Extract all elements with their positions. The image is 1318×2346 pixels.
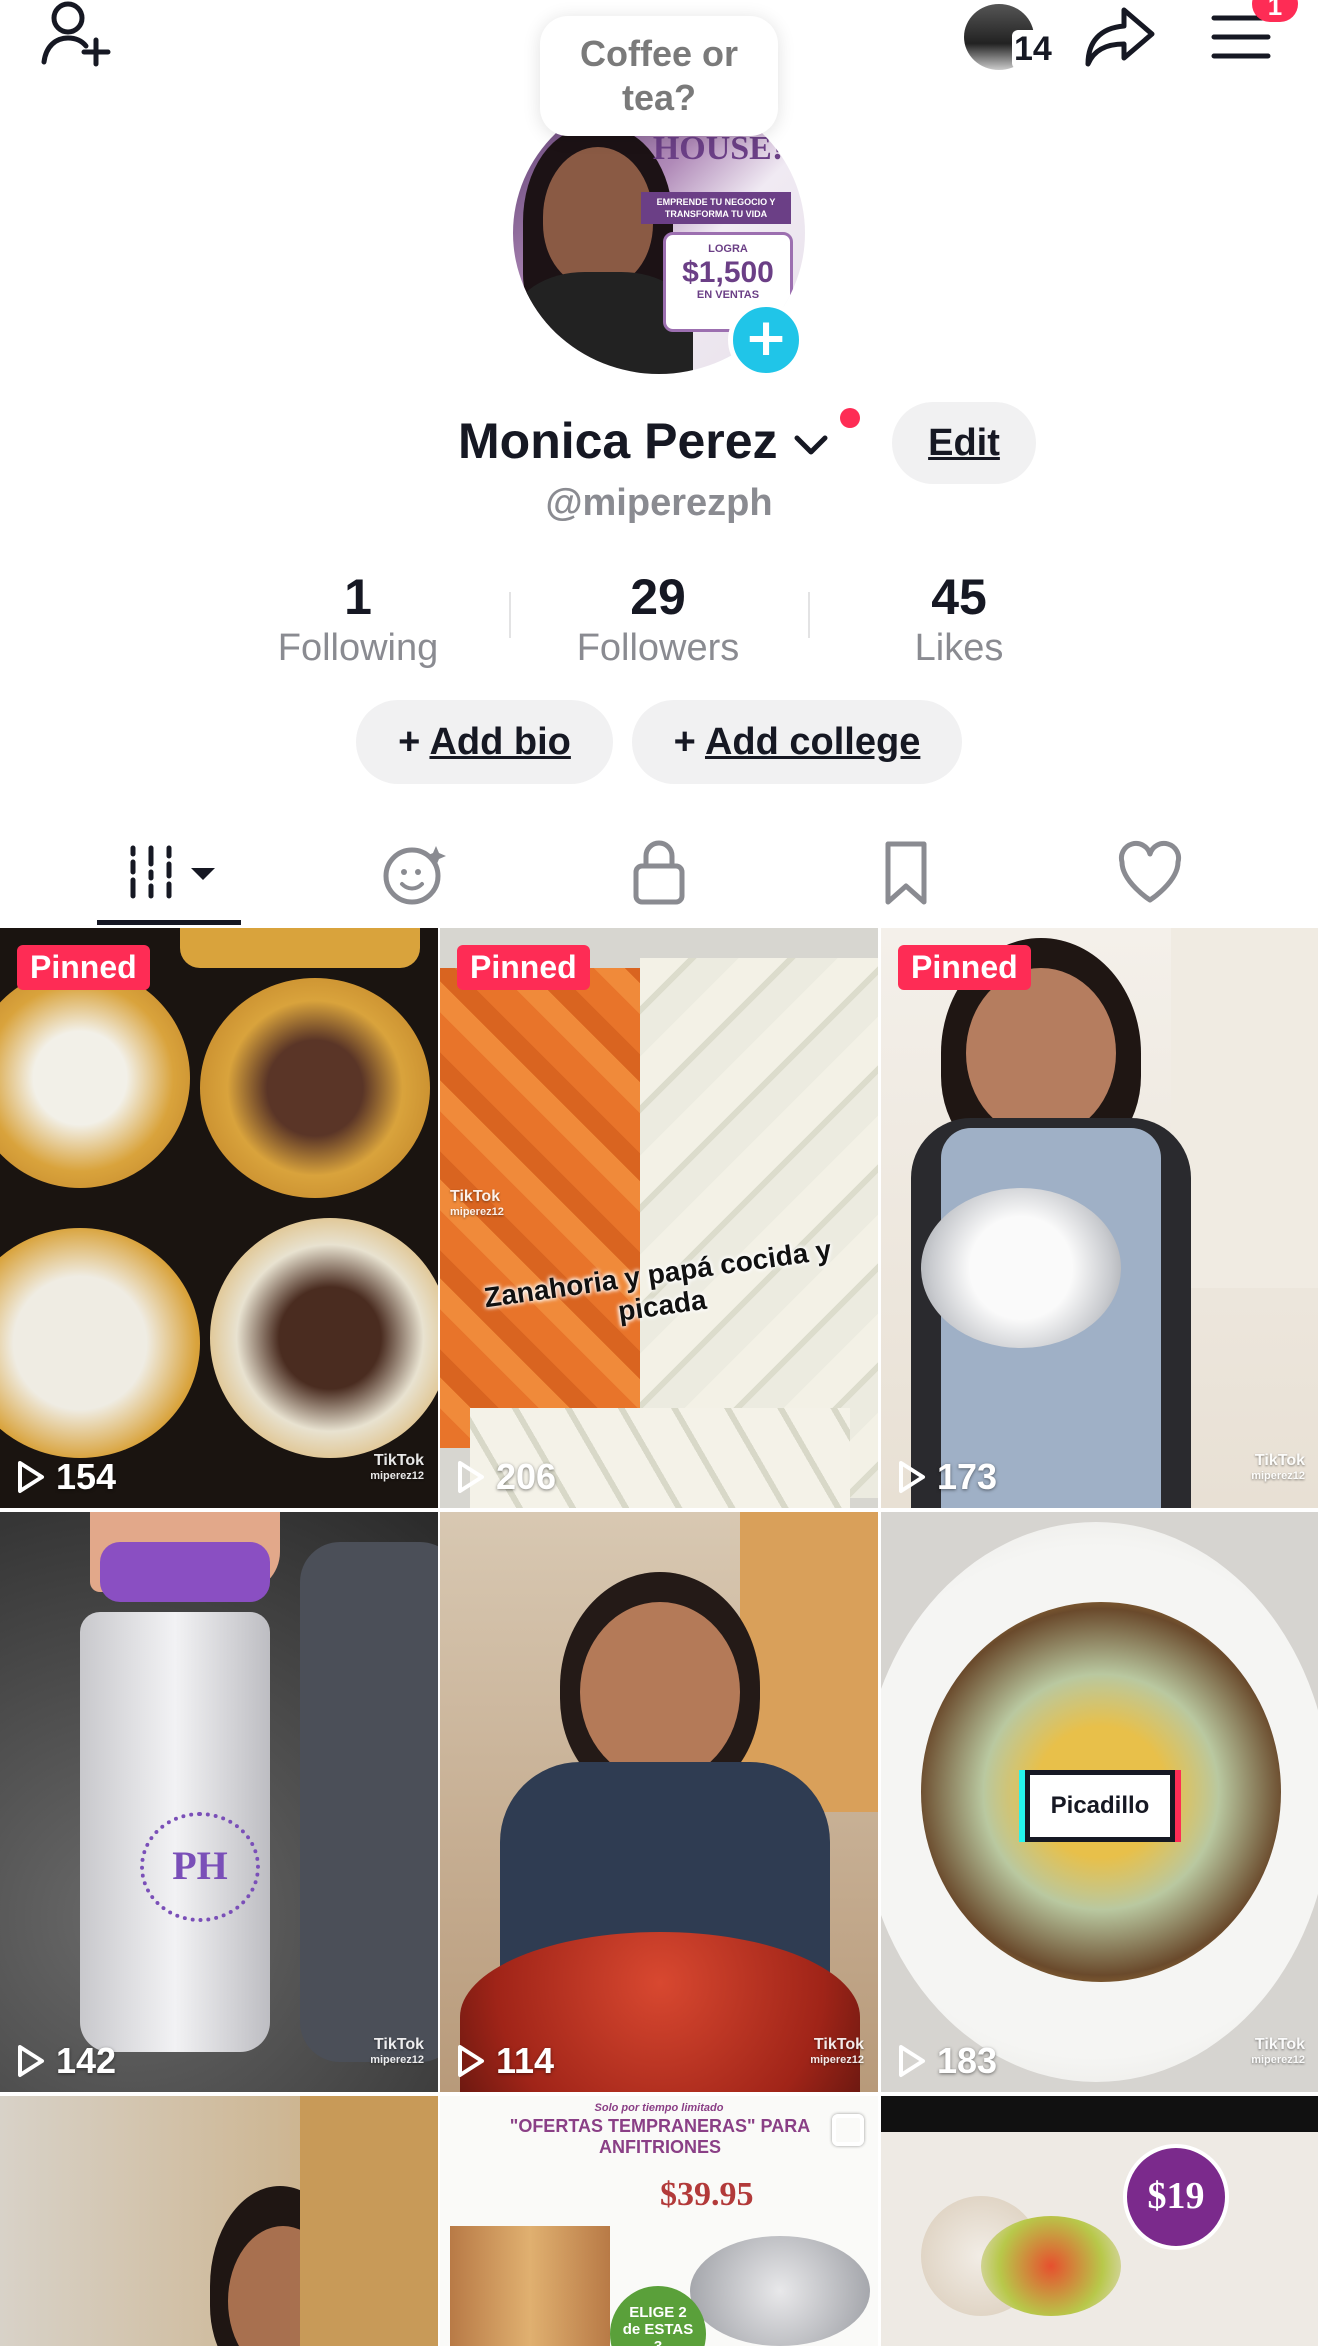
view-count: 142 <box>16 2040 116 2082</box>
face-sparkle-icon <box>383 846 446 905</box>
play-icon <box>18 2045 44 2077</box>
tiktok-watermark: TikTok miperez12 <box>370 1452 424 1482</box>
video-thumbnail[interactable]: $19 <box>881 2096 1318 2346</box>
pinned-badge: Pinned <box>898 945 1031 990</box>
stat-followers[interactable]: 29 Followers <box>528 568 788 670</box>
picadillo-label: Picadillo <box>1025 1770 1175 1842</box>
tiktok-watermark: TikTok miperez12 <box>370 2036 424 2066</box>
add-story-plus-icon[interactable]: + <box>728 302 804 378</box>
plus-icon: + <box>398 721 430 763</box>
name-notification-dot <box>840 408 860 428</box>
offer-price: $39.95 <box>660 2176 754 2213</box>
play-icon <box>899 2045 925 2077</box>
add-friend-icon[interactable] <box>38 0 118 70</box>
add-bio-button[interactable]: + Add bio <box>356 700 613 784</box>
plus-icon: + <box>673 721 705 763</box>
profile-name[interactable]: Monica Perez <box>458 412 831 470</box>
pinned-badge: Pinned <box>17 945 150 990</box>
chevron-down-icon[interactable] <box>791 430 831 460</box>
bookmark-icon <box>885 841 927 905</box>
tiktok-watermark: TikTok miperez12 <box>810 2036 864 2066</box>
view-count: 206 <box>456 1456 556 1498</box>
profile-handle: @miperezph <box>545 482 773 524</box>
play-icon <box>458 2045 484 2077</box>
active-tab-indicator <box>97 920 241 925</box>
coffee-or-tea-bubble[interactable]: Coffee or tea? <box>540 16 778 136</box>
view-count: 114 <box>456 2040 554 2082</box>
profile-tabs <box>0 820 1318 930</box>
story-count: 14 <box>1012 30 1054 69</box>
view-count: 183 <box>897 2040 997 2082</box>
video-thumbnail[interactable]: Zanahoria y papá cocida y picada Pinned … <box>440 928 878 1508</box>
video-thumbnail[interactable]: 114 TikTok miperez12 <box>440 1512 878 2092</box>
video-thumbnail[interactable]: Pinned 173 TikTok miperez12 <box>881 928 1318 1508</box>
tiktok-watermark: TikTok miperez12 <box>1251 1452 1305 1482</box>
heart-icon <box>1118 840 1182 903</box>
videos-grid-icon <box>130 845 215 899</box>
play-icon <box>899 1461 925 1493</box>
stat-likes[interactable]: 45 Likes <box>829 568 1089 670</box>
tab-favorites[interactable] <box>882 820 930 930</box>
video-thumbnail[interactable]: Picadillo 183 TikTok miperez12 <box>881 1512 1318 2092</box>
tab-reposts[interactable] <box>380 820 450 930</box>
tiktok-watermark: TikTok miperez12 <box>450 1188 504 1218</box>
add-college-button[interactable]: + Add college <box>632 700 962 784</box>
avatar-banner-text: EMPRENDE TU NEGOCIO Y TRANSFORMA TU VIDA <box>641 192 791 224</box>
video-thumbnail[interactable]: PH 142 TikTok miperez12 <box>0 1512 438 2092</box>
pinned-badge: Pinned <box>457 945 590 990</box>
tab-liked[interactable] <box>1118 820 1182 930</box>
video-thumbnail[interactable]: Pinned 154 TikTok miperez12 <box>0 928 438 1508</box>
multi-photo-icon <box>832 2114 864 2146</box>
tab-private[interactable] <box>632 820 686 930</box>
stat-following[interactable]: 1 Following <box>228 568 488 670</box>
play-icon <box>18 1461 44 1493</box>
view-count: 154 <box>16 1456 116 1498</box>
stat-divider <box>808 592 810 638</box>
notification-badge: 1 <box>1252 0 1298 22</box>
price-badge: $19 <box>1123 2144 1229 2250</box>
offer-title: "OFERTAS TEMPRANERAS" PARA ANFITRIONES <box>509 2116 811 2157</box>
view-count: 173 <box>897 1456 997 1498</box>
stat-divider <box>509 592 511 638</box>
tab-videos[interactable] <box>125 820 221 930</box>
share-icon[interactable] <box>1084 4 1156 70</box>
lock-icon <box>633 840 685 905</box>
offer-subtitle: Solo por tiempo limitado <box>594 2102 724 2114</box>
edit-profile-button[interactable]: Edit <box>892 402 1036 484</box>
video-thumbnail[interactable] <box>0 2096 438 2346</box>
play-icon <box>458 1461 484 1493</box>
video-thumbnail[interactable]: Solo por tiempo limitado "OFERTAS TEMPRA… <box>440 2096 878 2346</box>
tiktok-watermark: TikTok miperez12 <box>1251 2036 1305 2066</box>
